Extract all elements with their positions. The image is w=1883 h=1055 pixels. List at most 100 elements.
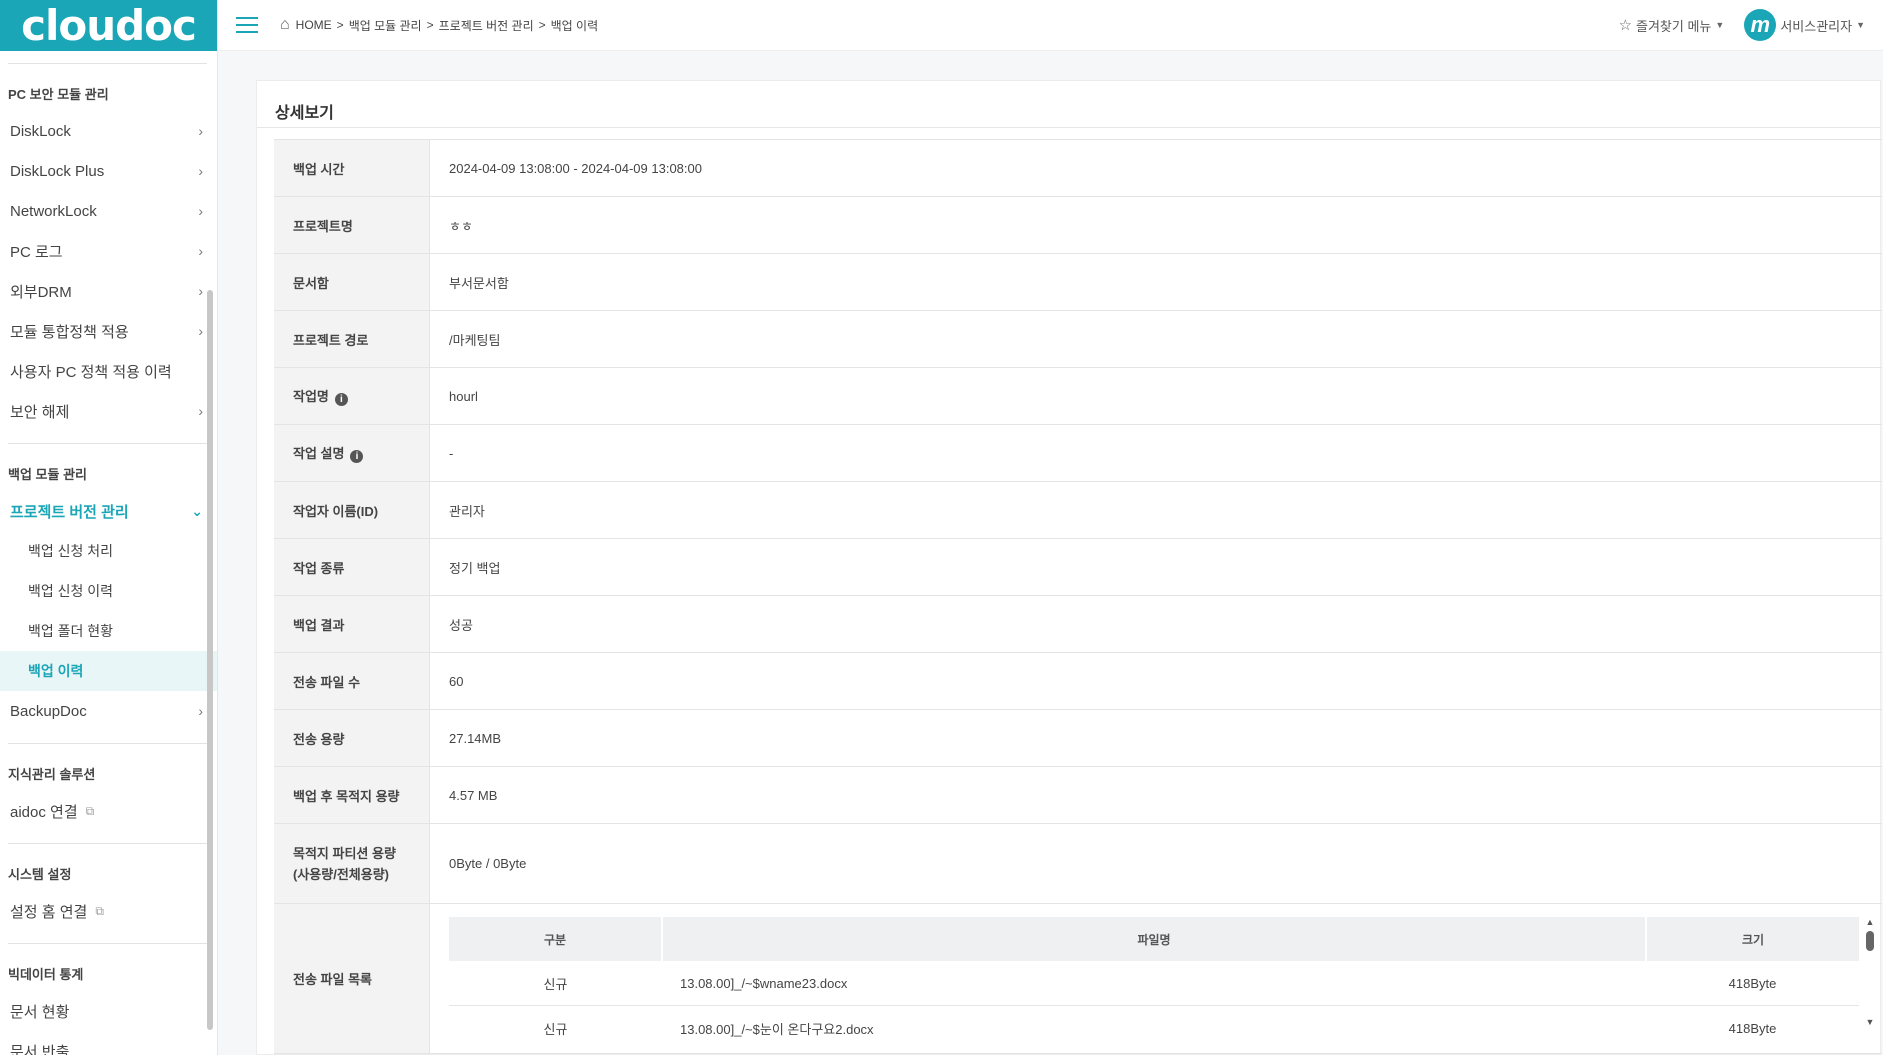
detail-row-project-path: 프로젝트 경로 /마케팅팀	[274, 310, 1882, 368]
row-label: 작업 설명	[293, 446, 345, 461]
file-type: 신규	[449, 1005, 662, 1047]
row-label-cell: 작업 설명 i	[274, 424, 430, 482]
row-value: 성공	[429, 595, 1882, 653]
sidebar-item-label: BackupDoc	[10, 702, 87, 720]
sidebar-item-user-pc-policy-history[interactable]: 사용자 PC 정책 적용 이력	[0, 351, 217, 391]
breadcrumb: ⌂ HOME > 백업 모듈 관리 > 프로젝트 버전 관리 > 백업 이력	[280, 16, 598, 34]
row-value: 관리자	[429, 481, 1882, 539]
detail-row-backup-time: 백업 시간 2024-04-09 13:08:00 - 2024-04-09 1…	[274, 139, 1882, 197]
sidebar-item-label: DiskLock Plus	[10, 162, 105, 180]
panel-title: 상세보기	[257, 81, 1880, 128]
caret-down-icon: ▼	[1715, 20, 1725, 30]
chevron-right-icon: ›	[198, 243, 203, 259]
external-link-icon: ⧉	[95, 903, 104, 918]
chevron-right-icon: ›	[198, 163, 203, 179]
sidebar: cloudoc PC 보안 모듈 관리 DiskLock › DiskLock P…	[0, 0, 218, 1055]
hamburger-menu-icon[interactable]	[236, 17, 258, 33]
detail-row-partition-size: 목적지 파티션 용량 (사용량/전체용량) 0Byte / 0Byte	[274, 823, 1882, 904]
sidebar-item-settings-home-link[interactable]: 설정 홈 연결 ⧉	[0, 891, 217, 931]
row-label: 작업명	[293, 389, 329, 404]
chevron-right-icon: ›	[198, 203, 203, 219]
sidebar-item-backupdoc[interactable]: BackupDoc ›	[0, 691, 217, 731]
row-label: 프로젝트명	[274, 196, 430, 254]
info-icon[interactable]: i	[334, 393, 348, 406]
chevron-down-icon: ⌄	[191, 502, 203, 519]
sidebar-section-bigdata: 빅데이터 통계	[8, 967, 84, 982]
detail-panel: 상세보기 백업 시간 2024-04-09 13:08:00 - 2024-04…	[256, 80, 1882, 1055]
detail-row-file-count: 전송 파일 수 60	[274, 652, 1882, 710]
file-size: 418Byte	[1646, 961, 1859, 1006]
user-menu-button[interactable]: m 서비스관리자 ▼	[1744, 9, 1865, 41]
sidebar-item-external-drm[interactable]: 외부DRM ›	[0, 271, 217, 311]
favorites-label: 즐겨찾기 메뉴	[1636, 18, 1712, 34]
row-label: 전송 파일 목록	[274, 903, 430, 1054]
sidebar-item-module-policy[interactable]: 모듈 통합정책 적용 ›	[0, 311, 217, 351]
file-list-table: 구분 파일명 크기 신규 13.08.00]_/~$wname23.docx 4…	[449, 917, 1859, 1047]
sidebar-item-networklock[interactable]: NetworkLock ›	[0, 191, 217, 231]
file-list-cell: 구분 파일명 크기 신규 13.08.00]_/~$wname23.docx 4…	[429, 903, 1882, 1054]
info-icon[interactable]: i	[350, 450, 364, 463]
detail-table: 백업 시간 2024-04-09 13:08:00 - 2024-04-09 1…	[274, 139, 1882, 1054]
sidebar-item-security-release[interactable]: 보안 해제 ›	[0, 391, 217, 431]
scroll-up-arrow-icon[interactable]: ▲	[1863, 917, 1877, 927]
breadcrumb-item[interactable]: 프로젝트 버전 관리	[439, 17, 534, 34]
sidebar-item-label: 사용자 PC 정책 적용 이력	[10, 363, 172, 381]
sidebar-item-label: 프로젝트 버전 관리	[10, 503, 129, 521]
row-value: 4.57 MB	[429, 766, 1882, 824]
breadcrumb-item[interactable]: 백업 모듈 관리	[349, 17, 422, 34]
row-label: 백업 후 목적지 용량	[274, 766, 430, 824]
row-label: 전송 용량	[274, 709, 430, 767]
file-list-container: 구분 파일명 크기 신규 13.08.00]_/~$wname23.docx 4…	[449, 917, 1881, 1047]
breadcrumb-item: 백업 이력	[550, 18, 599, 33]
topbar: ⌂ HOME > 백업 모듈 관리 > 프로젝트 버전 관리 > 백업 이력 ☆…	[218, 0, 1883, 51]
home-icon[interactable]: ⌂	[280, 16, 290, 34]
detail-row-transfer-size: 전송 용량 27.14MB	[274, 709, 1882, 767]
sidebar-item-label: 설정 홈 연결	[10, 903, 88, 921]
sidebar-scrollbar[interactable]	[207, 290, 213, 1030]
row-value: 60	[429, 652, 1882, 710]
sidebar-section-backup: 백업 모듈 관리	[8, 467, 87, 482]
sidebar-subitem-backup-folder-status[interactable]: 백업 폴더 현황	[0, 611, 217, 651]
file-name: 13.08.00]_/~$눈이 온다구요2.docx	[662, 1005, 1646, 1047]
detail-row-document-box: 문서함 부서문서함	[274, 253, 1882, 311]
scrollbar-thumb[interactable]	[1866, 931, 1874, 951]
cloudoc-logo[interactable]: cloudoc	[0, 0, 217, 51]
sidebar-subitem-backup-history[interactable]: 백업 이력	[0, 651, 217, 691]
detail-row-task-description: 작업 설명 i -	[274, 424, 1882, 482]
sidebar-item-project-version[interactable]: 프로젝트 버전 관리 ⌄	[0, 491, 217, 531]
row-value: /마케팅팀	[429, 310, 1882, 368]
chevron-right-icon: ›	[198, 323, 203, 339]
detail-row-destination-size: 백업 후 목적지 용량 4.57 MB	[274, 766, 1882, 824]
row-label: 문서함	[274, 253, 430, 311]
sidebar-item-disklock[interactable]: DiskLock ›	[0, 111, 217, 151]
table-row: 신규 13.08.00]_/~$눈이 온다구요2.docx 418Byte	[449, 1005, 1859, 1047]
sidebar-item-pc-log[interactable]: PC 로그 ›	[0, 231, 217, 271]
column-header-filename: 파일명	[662, 917, 1647, 961]
breadcrumb-item[interactable]: HOME	[296, 18, 332, 32]
sidebar-item-aidoc-link[interactable]: aidoc 연결 ⧉	[0, 791, 217, 831]
sidebar-section-knowledge: 지식관리 솔루션	[8, 767, 96, 782]
sidebar-item-label: aidoc 연결	[10, 803, 78, 821]
sidebar-item-document-status[interactable]: 문서 현황	[0, 991, 217, 1031]
file-type: 신규	[449, 961, 662, 1006]
row-label-sub: (사용량/전체용량)	[293, 866, 389, 882]
row-label: 목적지 파티션 용량	[293, 845, 396, 861]
sidebar-section-pc-security: PC 보안 모듈 관리	[8, 87, 109, 102]
sidebar-item-document-export[interactable]: 문서 반출	[0, 1031, 217, 1055]
external-link-icon: ⧉	[85, 803, 95, 818]
sidebar-item-disklock-plus[interactable]: DiskLock Plus ›	[0, 151, 217, 191]
sidebar-subitem-backup-request-history[interactable]: 백업 신청 이력	[0, 571, 217, 611]
row-value: hourl	[429, 367, 1882, 425]
file-list-scrollbar[interactable]: ▲ ▼	[1863, 917, 1877, 1047]
sidebar-subitem-backup-request[interactable]: 백업 신청 처리	[0, 531, 217, 571]
row-value: 정기 백업	[429, 538, 1882, 596]
favorites-menu-button[interactable]: ☆ 즐겨찾기 메뉴 ▼	[1619, 16, 1725, 35]
sidebar-item-label: 문서 현황	[10, 1003, 70, 1021]
row-value: ㅎㅎ	[429, 196, 1882, 254]
column-header-type: 구분	[449, 917, 663, 961]
row-label: 전송 파일 수	[274, 652, 430, 710]
row-value: 2024-04-09 13:08:00 - 2024-04-09 13:08:0…	[429, 139, 1882, 197]
row-label: 백업 결과	[274, 595, 430, 653]
scroll-down-arrow-icon[interactable]: ▼	[1863, 1017, 1877, 1027]
caret-down-icon: ▼	[1856, 20, 1865, 30]
